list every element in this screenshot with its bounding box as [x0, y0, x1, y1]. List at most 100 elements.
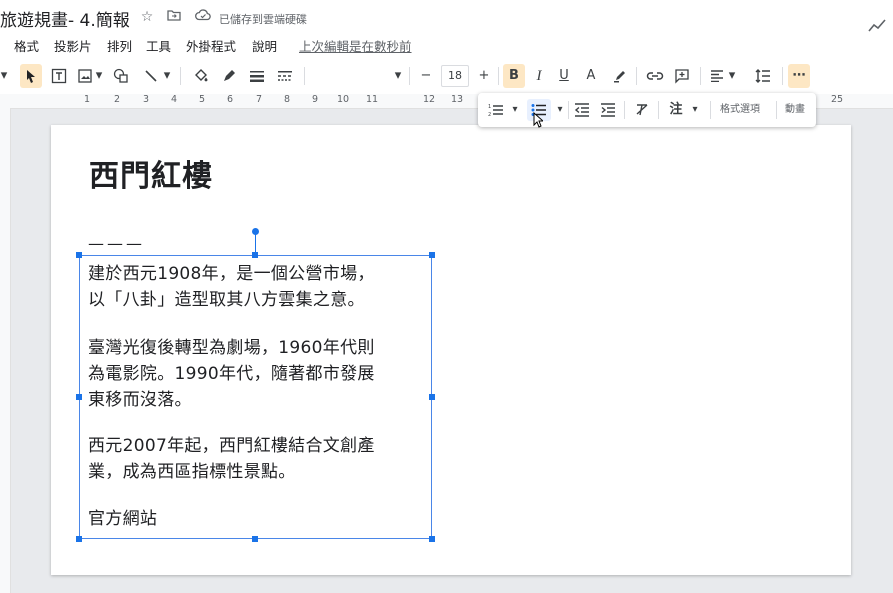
- insert-link-icon[interactable]: [644, 64, 666, 88]
- ruler-number: 11: [366, 94, 379, 105]
- ruler-number: 5: [199, 94, 206, 105]
- ruler-number: 1: [84, 94, 91, 105]
- increase-indent-icon[interactable]: [598, 99, 618, 121]
- font-size-decrease-button[interactable]: −: [415, 64, 437, 88]
- align-icon[interactable]: [706, 64, 728, 88]
- align-dropdown-icon[interactable]: ▾: [726, 64, 738, 88]
- rotate-handle[interactable]: [252, 228, 259, 235]
- slide-title[interactable]: 西門紅樓: [89, 151, 213, 195]
- move-folder-icon[interactable]: [166, 9, 182, 25]
- slide-divider: ———: [88, 234, 145, 253]
- fill-color-icon[interactable]: [190, 64, 212, 88]
- more-options-button[interactable]: ⋯: [788, 64, 810, 88]
- toolbar-divider: [409, 67, 410, 85]
- line-tool-icon[interactable]: [140, 64, 162, 88]
- paragraph-line[interactable]: 為電影院。1990年代，隨著都市發展: [88, 361, 375, 387]
- border-dash-icon[interactable]: [274, 64, 296, 88]
- note-dropdown-icon[interactable]: ▾: [690, 99, 700, 121]
- bulleted-list-dropdown-icon[interactable]: ▾: [554, 99, 566, 121]
- saved-status: 已儲存到雲端硬碟: [219, 13, 307, 26]
- ruler-number: 2: [114, 94, 121, 105]
- border-color-icon[interactable]: [218, 64, 240, 88]
- menu-help[interactable]: 說明: [252, 36, 277, 55]
- menu-tools[interactable]: 工具: [146, 36, 171, 55]
- menu-format[interactable]: 格式: [14, 36, 39, 55]
- ruler-number: 25: [831, 94, 844, 105]
- italic-button[interactable]: I: [528, 64, 550, 88]
- zoom-dropdown-icon[interactable]: ▾: [0, 64, 8, 88]
- ruler-number: 12: [423, 94, 436, 105]
- add-comment-icon[interactable]: [671, 64, 693, 88]
- menu-addons[interactable]: 外掛程式: [186, 36, 236, 55]
- paragraph-line[interactable]: 臺灣光復後轉型為劇場，1960年代則: [88, 335, 375, 361]
- ruler-number: 8: [284, 94, 291, 105]
- select-tool-icon[interactable]: [20, 64, 42, 88]
- paragraph-line[interactable]: 業，成為西區指標性景點。: [88, 459, 296, 485]
- shape-tool-icon[interactable]: [110, 64, 132, 88]
- resize-handle[interactable]: [429, 252, 435, 258]
- cloud-saved-icon: [195, 9, 211, 25]
- paragraph-line[interactable]: 東移而沒落。: [88, 387, 192, 413]
- document-title[interactable]: 旅遊規畫- 4.簡報: [0, 6, 130, 31]
- title-bar: [0, 0, 893, 32]
- toolbar-divider: [498, 67, 499, 85]
- bold-button[interactable]: B: [503, 64, 525, 88]
- text-box-tool-icon[interactable]: [48, 64, 70, 88]
- resize-handle[interactable]: [76, 252, 82, 258]
- font-size-input[interactable]: 18: [441, 65, 469, 87]
- format-options-button[interactable]: 格式選項: [720, 101, 760, 119]
- animation-button[interactable]: 動畫: [785, 101, 805, 119]
- menu-slide[interactable]: 投影片: [54, 36, 92, 55]
- resize-handle[interactable]: [252, 252, 258, 258]
- ruler-number: 7: [256, 94, 263, 105]
- numbered-list-dropdown-icon[interactable]: ▾: [509, 99, 521, 121]
- toolbar-divider: [636, 67, 637, 85]
- resize-handle[interactable]: [76, 536, 82, 542]
- svg-text:1: 1: [488, 104, 491, 110]
- toolbar-divider: [304, 67, 305, 85]
- decrease-indent-icon[interactable]: [572, 99, 592, 121]
- last-edit-link[interactable]: 上次編輯是在數秒前: [299, 36, 412, 55]
- numbered-list-icon[interactable]: 12: [486, 99, 506, 121]
- toolbar-divider: [782, 67, 783, 85]
- menu-bar: [0, 34, 893, 56]
- toolbar-divider: [568, 101, 569, 119]
- toolbar-divider: [710, 101, 711, 119]
- ruler-number: 3: [143, 94, 150, 105]
- paragraph-line[interactable]: 西元2007年起，西門紅樓結合文創產: [88, 433, 375, 459]
- line-dropdown-icon[interactable]: ▾: [162, 64, 172, 88]
- clear-formatting-icon[interactable]: [632, 99, 652, 121]
- text-color-button[interactable]: A: [580, 64, 602, 88]
- border-weight-icon[interactable]: [246, 64, 268, 88]
- star-icon[interactable]: ☆: [139, 9, 155, 25]
- paragraph-line[interactable]: 以「八卦」造型取其八方雲集之意。: [88, 287, 365, 313]
- resize-handle[interactable]: [252, 536, 258, 542]
- toolbar-divider: [776, 101, 777, 119]
- ruler-number: 4: [171, 94, 178, 105]
- toolbar-divider: [700, 67, 701, 85]
- ruler-number: 6: [227, 94, 234, 105]
- underline-button[interactable]: U: [553, 64, 575, 88]
- resize-handle[interactable]: [429, 394, 435, 400]
- font-dropdown-icon[interactable]: ▾: [392, 64, 404, 88]
- toolbar-divider: [624, 101, 625, 119]
- toolbar-divider: [180, 67, 181, 85]
- menu-arrange[interactable]: 排列: [107, 36, 132, 55]
- svg-text:2: 2: [488, 112, 491, 117]
- ruler-number: 13: [451, 94, 464, 105]
- highlight-color-icon[interactable]: [609, 64, 631, 88]
- mouse-pointer-icon: [533, 111, 545, 128]
- insert-image-icon[interactable]: [74, 64, 96, 88]
- image-dropdown-icon[interactable]: ▾: [94, 64, 104, 88]
- paragraph-line[interactable]: 建於西元1908年，是一個公營市場，: [88, 261, 375, 287]
- vertical-ruler: [0, 108, 11, 593]
- ruler-number: 10: [337, 94, 350, 105]
- resize-handle[interactable]: [76, 394, 82, 400]
- activity-trend-icon[interactable]: [868, 18, 888, 32]
- website-link-text[interactable]: 官方網站: [88, 506, 157, 532]
- font-size-increase-button[interactable]: +: [473, 64, 495, 88]
- line-spacing-icon[interactable]: [752, 64, 774, 88]
- resize-handle[interactable]: [429, 536, 435, 542]
- ruler-number: 9: [312, 94, 319, 105]
- note-button[interactable]: 注: [664, 99, 688, 121]
